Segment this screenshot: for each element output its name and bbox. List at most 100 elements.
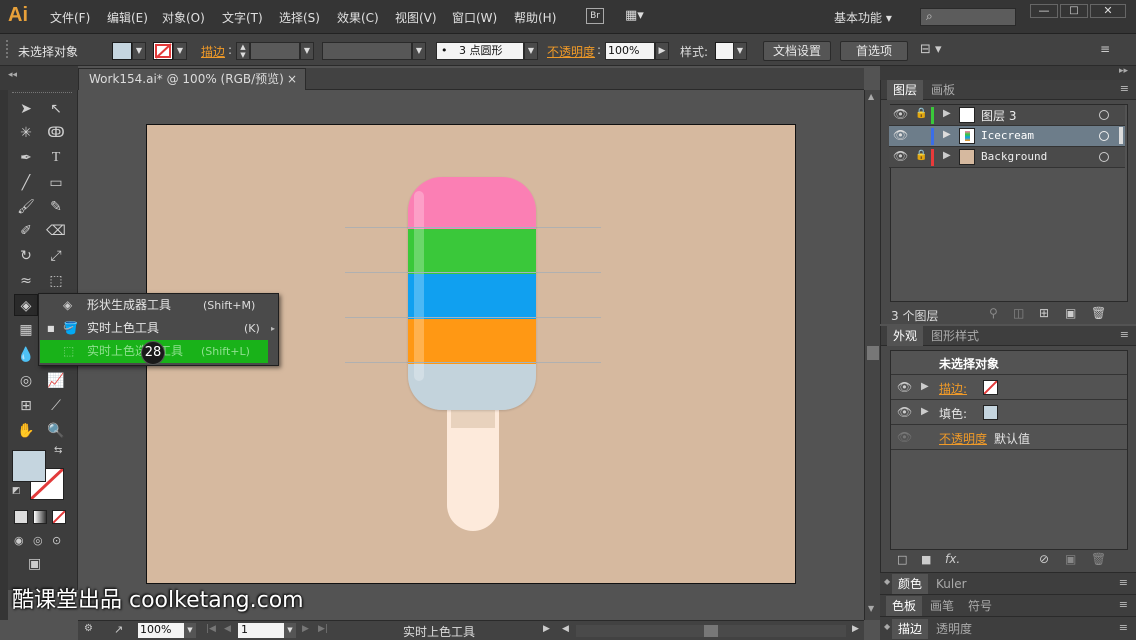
delete-item-icon[interactable]: 🗑 [1091, 552, 1106, 566]
first-artboard-icon[interactable]: |◀ [206, 624, 216, 634]
menu-help[interactable]: 帮助(H) [514, 9, 556, 26]
close-tab-icon[interactable]: × [287, 69, 297, 89]
lasso-tool-icon[interactable]: ↂ [44, 122, 68, 144]
prev-artboard-icon[interactable]: ◀ [224, 624, 231, 634]
default-colors-icon[interactable]: ◩ [12, 486, 21, 496]
tab-swatches[interactable]: 色板 [886, 596, 923, 616]
fill-swatch[interactable] [112, 42, 132, 60]
shape-builder-tool-icon[interactable]: ◈ [14, 294, 38, 316]
tab-artboards[interactable]: 画板 [925, 80, 961, 100]
lock-icon[interactable]: 🔒 [915, 108, 927, 119]
document-tab[interactable]: Work154.ai* @ 100% (RGB/预览) × [78, 68, 306, 90]
gradient-mode-icon[interactable] [33, 510, 47, 524]
add-fill-icon[interactable]: ■ [921, 553, 931, 566]
layers-panel-menu-icon[interactable]: ≡ [1120, 82, 1129, 95]
horizontal-scrollbar[interactable] [576, 625, 846, 637]
collapse-icon[interactable]: ◂◂ [8, 70, 17, 80]
graphic-style-swatch[interactable] [715, 42, 735, 60]
stroke-swatch[interactable] [153, 42, 173, 60]
eraser-tool-icon[interactable]: ⌫ [44, 220, 68, 242]
scroll-right-icon[interactable]: ▶ [852, 624, 859, 634]
clear-appearance-icon[interactable]: ⊘ [1039, 552, 1049, 566]
target-circle-icon[interactable] [1099, 131, 1109, 141]
draw-behind-icon[interactable]: ◎ [33, 534, 43, 547]
zoom-dropdown[interactable]: ▼ [184, 623, 196, 638]
width-tool-icon[interactable]: ≈ [14, 270, 38, 292]
panel-menu-icon[interactable]: ≡ [1119, 598, 1128, 611]
menu-select[interactable]: 选择(S) [279, 9, 320, 26]
visibility-eye-icon[interactable]: 👁 [893, 128, 908, 142]
rectangle-tool-icon[interactable]: ▭ [44, 172, 68, 194]
variable-width-profile[interactable] [322, 42, 412, 60]
opacity-label[interactable]: 不透明度 [547, 43, 595, 60]
profile-dropdown[interactable]: ▼ [412, 42, 426, 60]
none-mode-icon[interactable] [52, 510, 66, 524]
perspective-grid-tool-icon[interactable]: ▦ [14, 319, 38, 341]
slice-tool-icon[interactable]: ⟋ [44, 395, 68, 417]
expand-arrow-icon[interactable]: ▶ [943, 150, 951, 161]
vertical-scroll-thumb[interactable] [867, 346, 879, 360]
appearance-stroke-label[interactable]: 描边: [939, 380, 967, 397]
stroke-weight-field[interactable] [250, 42, 300, 60]
flyout-item-live-paint[interactable]: ■ 🪣 实时上色工具 (K) ▸ [39, 317, 278, 340]
panel-menu-icon[interactable]: ≡ [1119, 576, 1128, 589]
minimize-icon[interactable]: — [1030, 4, 1058, 18]
icecream-gray-layer[interactable] [408, 364, 536, 410]
fill-dropdown[interactable]: ▼ [132, 42, 146, 60]
scroll-down-icon[interactable]: ▼ [868, 604, 874, 613]
target-circle-icon[interactable] [1099, 110, 1109, 120]
tab-stroke[interactable]: 描边 [892, 619, 929, 639]
add-stroke-icon[interactable]: □ [897, 553, 907, 566]
stroke-dropdown[interactable]: ▼ [173, 42, 187, 60]
appearance-fill-row[interactable]: 👁 ▶ 填色: [891, 401, 1127, 425]
color-mode-icon[interactable] [14, 510, 28, 524]
menu-effect[interactable]: 效果(C) [337, 9, 379, 26]
zoom-tool-icon[interactable]: 🔍 [44, 420, 68, 442]
artboard-number-field[interactable]: 1 [238, 623, 284, 638]
rotate-tool-icon[interactable]: ↻ [14, 245, 38, 267]
tab-transparency[interactable]: 透明度 [930, 619, 978, 639]
tab-brushes[interactable]: 画笔 [924, 596, 960, 616]
style-dropdown[interactable]: ▼ [733, 42, 747, 60]
expand-arrow-icon[interactable]: ▶ [943, 108, 951, 119]
control-menu-icon[interactable]: ≡ [1100, 42, 1110, 56]
layer-row[interactable]: 👁 🔒 ▶ Background [889, 147, 1125, 168]
flyout-item-shape-builder[interactable]: ◈ 形状生成器工具 (Shift+M) [39, 294, 278, 317]
icecream-orange-layer[interactable] [408, 319, 536, 364]
hand-tool-icon[interactable]: ✋ [14, 420, 38, 442]
visibility-eye-icon[interactable]: 👁 [897, 405, 912, 419]
artboard-tool-icon[interactable]: ⊞ [14, 395, 38, 417]
eyedropper-tool-icon[interactable]: 💧 [14, 344, 38, 366]
vertical-scrollbar[interactable]: ▲ ▼ [864, 90, 880, 620]
icecream-pink-layer[interactable] [408, 177, 536, 229]
magic-wand-tool-icon[interactable]: ✳ [14, 122, 38, 144]
menu-edit[interactable]: 编辑(E) [107, 9, 148, 26]
tab-layers[interactable]: 图层 [887, 80, 924, 100]
next-artboard-icon[interactable]: ▶ [302, 624, 309, 634]
make-clipping-mask-icon[interactable]: ◫ [1013, 306, 1024, 320]
lock-icon[interactable]: 🔒 [915, 150, 927, 161]
layer-row[interactable]: 👁 🔒 ▶ 图层 3 [889, 105, 1125, 126]
stroke-label[interactable]: 描边 [201, 43, 225, 60]
delete-layer-icon[interactable]: 🗑 [1091, 306, 1106, 320]
fill-color-box-front[interactable] [12, 450, 46, 482]
maximize-icon[interactable]: □ [1060, 4, 1088, 18]
stroke-none-swatch[interactable] [983, 380, 998, 395]
add-effect-icon[interactable]: fx. [945, 552, 960, 566]
appearance-opacity-label[interactable]: 不透明度 [939, 430, 987, 447]
menu-window[interactable]: 窗口(W) [452, 9, 497, 26]
icecream-blue-layer[interactable] [408, 274, 536, 319]
panel-menu-icon[interactable]: ≡ [1119, 621, 1128, 634]
tab-appearance[interactable]: 外观 [887, 326, 924, 346]
search-input[interactable]: ⌕ [920, 8, 1016, 26]
zoom-field[interactable]: 100% [138, 623, 184, 638]
expand-panels-icon[interactable]: ▸▸ [1119, 66, 1128, 76]
fill-swatch-small[interactable] [983, 405, 998, 420]
stroke-weight-stepper[interactable]: ▲ ▼ [236, 42, 250, 60]
tab-color[interactable]: 颜色 [892, 574, 929, 594]
screen-mode-icon[interactable]: ▣ [28, 556, 41, 572]
icecream-green-layer[interactable] [408, 229, 536, 274]
bridge-button[interactable]: Br [586, 8, 604, 24]
appearance-opacity-row[interactable]: 👁 不透明度 默认值 [891, 426, 1127, 450]
menu-view[interactable]: 视图(V) [395, 9, 437, 26]
